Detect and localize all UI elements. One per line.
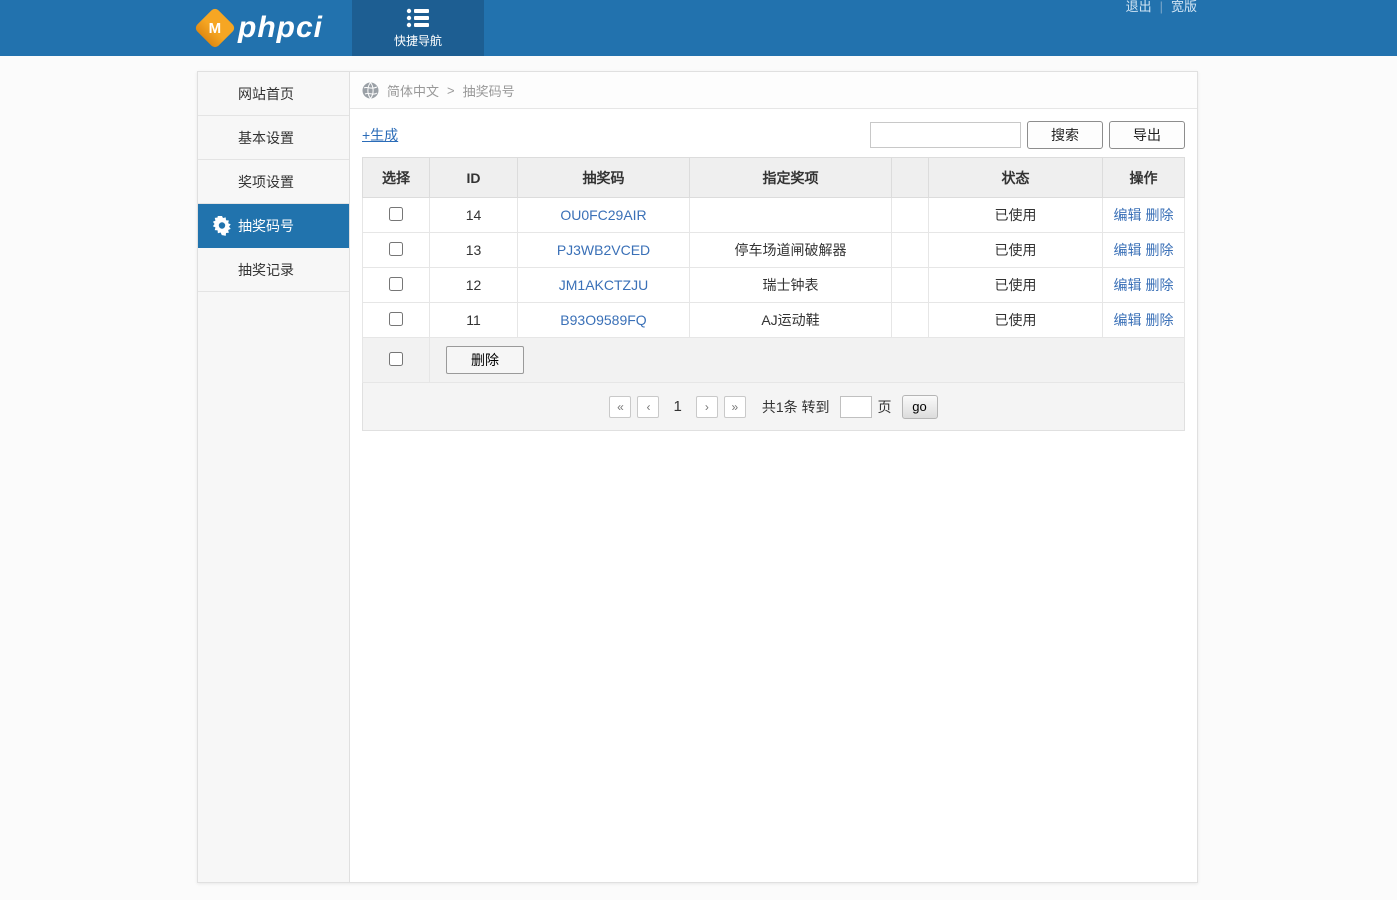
row-status: 已使用 [929, 303, 1103, 338]
row-status: 已使用 [929, 268, 1103, 303]
top-links-divider: | [1160, 0, 1163, 14]
search-input[interactable] [870, 122, 1021, 148]
col-prize: 指定奖项 [690, 158, 892, 198]
edit-link[interactable]: 编辑 [1114, 277, 1142, 293]
prev-page-button[interactable]: ‹ [637, 396, 659, 418]
row-empty-cell [892, 303, 929, 338]
col-actions: 操作 [1103, 158, 1185, 198]
breadcrumb-current: 抽奖码号 [463, 81, 515, 100]
delete-link[interactable]: 删除 [1146, 242, 1174, 258]
row-checkbox[interactable] [389, 312, 403, 326]
list-menu-icon [406, 8, 430, 28]
col-status: 状态 [929, 158, 1103, 198]
quick-nav-label: 快捷导航 [394, 32, 442, 49]
breadcrumb: 简体中文 > 抽奖码号 [350, 72, 1197, 109]
col-empty [892, 158, 929, 198]
row-checkbox[interactable] [389, 277, 403, 291]
edit-link[interactable]: 编辑 [1114, 207, 1142, 223]
breadcrumb-separator: > [447, 83, 455, 98]
gear-icon [212, 216, 232, 236]
code-link[interactable]: OU0FC29AIR [560, 207, 646, 223]
lottery-codes-table: 选择 ID 抽奖码 指定奖项 状态 操作 14 OU0FC29AIR 已使用 [362, 157, 1185, 431]
sidebar-item-prize-settings[interactable]: 奖项设置 [198, 160, 349, 204]
first-page-button[interactable]: « [609, 396, 631, 418]
row-prize: AJ运动鞋 [690, 303, 892, 338]
last-page-button[interactable]: » [724, 396, 746, 418]
generate-link[interactable]: +生成 [362, 125, 398, 145]
go-button[interactable]: go [902, 395, 938, 419]
pagination-row: « ‹ 1 › » 共1条 转到 页 go [363, 383, 1185, 431]
col-select: 选择 [363, 158, 430, 198]
logo-mark: M [209, 20, 222, 37]
row-empty-cell [892, 268, 929, 303]
export-button[interactable]: 导出 [1109, 121, 1185, 149]
row-id: 13 [430, 233, 518, 268]
row-empty-cell [892, 233, 929, 268]
quick-nav-button[interactable]: 快捷导航 [352, 0, 484, 56]
logo-text: phpci [238, 11, 323, 45]
current-page: 1 [673, 398, 681, 415]
row-prize: 瑞士钟表 [690, 268, 892, 303]
toolbar: +生成 搜索 导出 [350, 109, 1197, 157]
code-link[interactable]: JM1AKCTZJU [559, 277, 648, 293]
logo-diamond-icon: M [194, 7, 236, 49]
main-panel: 网站首页 基本设置 奖项设置 抽奖码号 抽奖记录 简体中文 > 抽奖码号 +生成 [197, 71, 1198, 883]
total-count-text: 共1条 转到 [762, 397, 830, 417]
page-suffix-label: 页 [878, 397, 892, 417]
sidebar-item-lottery-codes[interactable]: 抽奖码号 [198, 204, 349, 248]
code-link[interactable]: B93O9589FQ [560, 312, 646, 328]
wide-mode-link[interactable]: 宽版 [1171, 0, 1197, 14]
row-status: 已使用 [929, 198, 1103, 233]
row-id: 12 [430, 268, 518, 303]
bulk-delete-button[interactable]: 删除 [446, 346, 524, 374]
app-logo[interactable]: M phpci [200, 0, 323, 56]
next-page-button[interactable]: › [696, 396, 718, 418]
top-header: M phpci 快捷导航 退出 | 宽版 [0, 0, 1397, 56]
row-checkbox[interactable] [389, 207, 403, 221]
row-prize: 停车场道闸破解器 [690, 233, 892, 268]
row-checkbox[interactable] [389, 242, 403, 256]
delete-link[interactable]: 删除 [1146, 312, 1174, 328]
table-header-row: 选择 ID 抽奖码 指定奖项 状态 操作 [363, 158, 1185, 198]
row-prize [690, 198, 892, 233]
content-area: 简体中文 > 抽奖码号 +生成 搜索 导出 选择 ID 抽奖码 指定奖项 [350, 72, 1197, 882]
toolbar-right: 搜索 导出 [870, 121, 1185, 149]
search-button[interactable]: 搜索 [1027, 121, 1103, 149]
delete-link[interactable]: 删除 [1146, 207, 1174, 223]
row-status: 已使用 [929, 233, 1103, 268]
pagination: « ‹ 1 › » 共1条 转到 页 go [363, 395, 1184, 419]
goto-page-input[interactable] [840, 396, 872, 418]
row-id: 11 [430, 303, 518, 338]
table-row: 14 OU0FC29AIR 已使用 编辑删除 [363, 198, 1185, 233]
breadcrumb-lang[interactable]: 简体中文 [387, 81, 439, 100]
select-all-checkbox[interactable] [389, 352, 403, 366]
bulk-action-row: 删除 [363, 338, 1185, 383]
sidebar-item-basic-settings[interactable]: 基本设置 [198, 116, 349, 160]
row-empty-cell [892, 198, 929, 233]
table-row: 13 PJ3WB2VCED 停车场道闸破解器 已使用 编辑删除 [363, 233, 1185, 268]
table-row: 11 B93O9589FQ AJ运动鞋 已使用 编辑删除 [363, 303, 1185, 338]
row-id: 14 [430, 198, 518, 233]
col-code: 抽奖码 [518, 158, 690, 198]
logout-link[interactable]: 退出 [1126, 0, 1152, 14]
sidebar-item-label: 抽奖码号 [238, 216, 294, 236]
table-row: 12 JM1AKCTZJU 瑞士钟表 已使用 编辑删除 [363, 268, 1185, 303]
code-link[interactable]: PJ3WB2VCED [557, 242, 650, 258]
delete-link[interactable]: 删除 [1146, 277, 1174, 293]
sidebar-item-home[interactable]: 网站首页 [198, 72, 349, 116]
top-links: 退出 | 宽版 [1126, 0, 1197, 14]
globe-icon [362, 82, 379, 99]
col-id: ID [430, 158, 518, 198]
sidebar-nav: 网站首页 基本设置 奖项设置 抽奖码号 抽奖记录 [198, 72, 350, 882]
edit-link[interactable]: 编辑 [1114, 242, 1142, 258]
edit-link[interactable]: 编辑 [1114, 312, 1142, 328]
sidebar-item-lottery-records[interactable]: 抽奖记录 [198, 248, 349, 292]
